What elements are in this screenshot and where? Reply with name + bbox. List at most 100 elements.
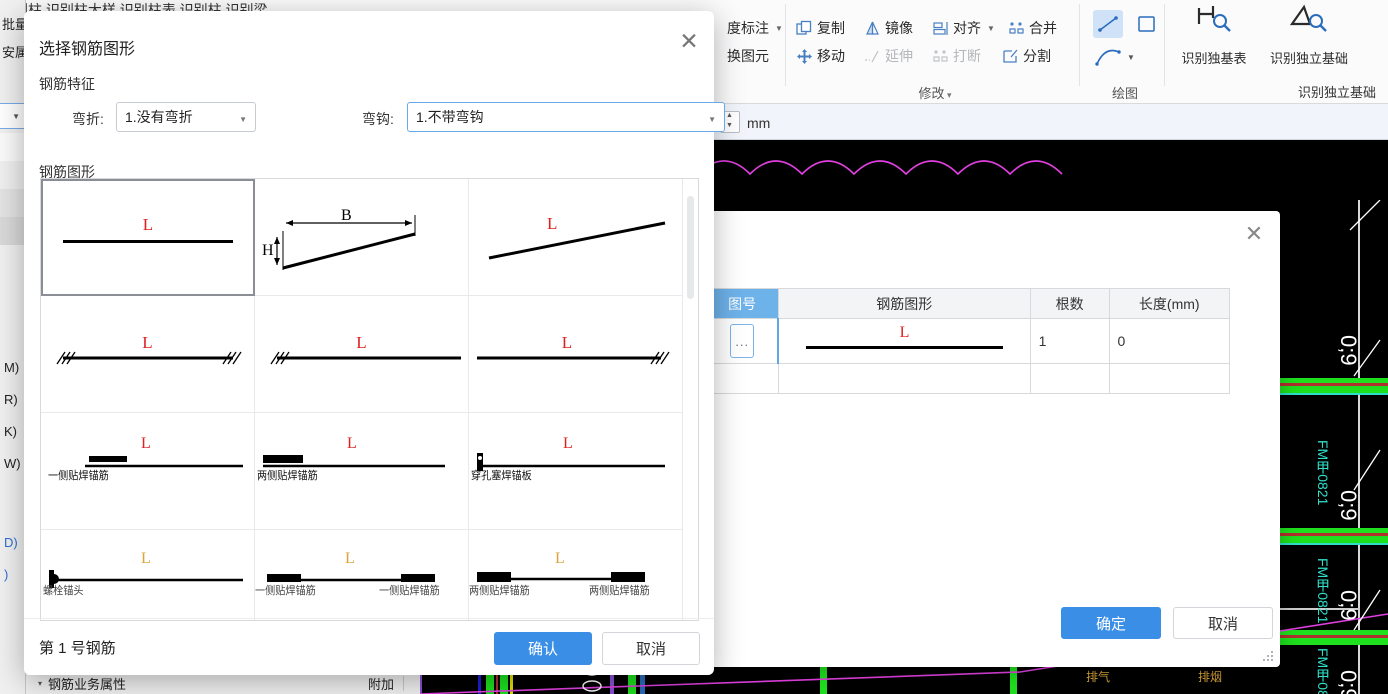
expander-icon[interactable]: ▾	[38, 679, 42, 688]
shape-cell-s5[interactable]: L	[255, 296, 469, 413]
column-header-count[interactable]: 根数	[1029, 288, 1110, 319]
shape-grid[interactable]: L H B L L L L L 一侧贴焊锚筋 L 两侧贴焊锚筋 L 穿孔塞焊锚板…	[40, 178, 699, 621]
shape-cell-s10[interactable]: L 螺栓锚头	[41, 530, 255, 620]
shape-caption: 螺栓锚头	[43, 585, 84, 597]
ribbon-group-title: 绘图	[1111, 86, 1138, 101]
cancel-button[interactable]: 取消	[1173, 607, 1273, 639]
ribbon-item-swap-element[interactable]: 换图元	[706, 46, 769, 66]
arc-tool-icon[interactable]: ▼	[1093, 44, 1137, 70]
hook-select[interactable]: 1.不带弯钩 ▼	[407, 102, 725, 132]
bolt-anchor-head	[49, 570, 243, 588]
shape-cell-s6[interactable]: L	[469, 296, 683, 413]
shape-cell-s2[interactable]: H B	[255, 179, 469, 296]
dialog-title: 选择钢筋图形	[39, 41, 136, 58]
shape-cell-s8[interactable]: L 两侧贴焊锚筋	[255, 413, 469, 530]
extend-icon	[864, 48, 881, 65]
rebar-table[interactable]: 图号 钢筋图形 根数 长度(mm) ... L 1 0	[704, 288, 1231, 394]
shape-caption-secondary: 一侧贴焊锚筋	[379, 585, 440, 597]
line-tool-icon[interactable]	[1093, 10, 1123, 38]
ribbon-button-recognize-table[interactable]: 识别独基表	[1168, 2, 1260, 67]
vertical-scrollbar[interactable]	[684, 180, 697, 619]
open-shape-picker-button[interactable]: ...	[730, 324, 755, 358]
rebar-shape-line	[806, 346, 1003, 349]
dim-b-label: B	[341, 207, 352, 224]
close-icon[interactable]: ✕	[1240, 221, 1268, 249]
cell-number[interactable]	[705, 363, 779, 394]
ribbon-item-label: 换图元	[727, 48, 769, 64]
shape-label: L	[356, 333, 367, 352]
ribbon-item-mirror[interactable]: 镜像	[864, 18, 913, 38]
cell-shape[interactable]: L	[777, 318, 1031, 364]
hatched-both-ends	[56, 351, 242, 365]
ribbon-item-dimension[interactable]: 度标注 ▼	[706, 18, 783, 38]
shape-label: L	[141, 435, 151, 452]
ribbon-button-label: 识别独基表	[1181, 51, 1247, 66]
shape-cell-s1[interactable]: L	[41, 179, 255, 296]
ribbon-item-align[interactable]: 对齐 ▼	[932, 18, 995, 38]
bend-select-value: 1.没有弯折	[125, 109, 193, 125]
ribbon-item-extend: 延伸	[864, 46, 913, 66]
shape-cell-s7[interactable]: L 一侧贴焊锚筋	[41, 413, 255, 530]
left-panel-code: W)	[4, 456, 21, 471]
shape-label: L	[563, 435, 573, 452]
confirm-button[interactable]: 确定	[1061, 607, 1161, 639]
cad-label: 排气	[1086, 670, 1111, 684]
chevron-down-icon: ▼	[1127, 53, 1135, 62]
chevron-up-icon[interactable]: ▲	[726, 112, 733, 119]
property-row-rebar-business[interactable]: ▾ 钢筋业务属性 附加	[26, 672, 420, 694]
shape-cell-s4[interactable]: L	[41, 296, 255, 413]
cad-label: FM甲0821	[1315, 648, 1331, 694]
cad-label: 0;9	[1336, 490, 1361, 521]
shape-caption: 一侧贴焊锚筋	[48, 470, 109, 482]
cad-label: 0;9	[1336, 335, 1361, 366]
left-panel-row: 安属性	[2, 45, 25, 60]
rebar-line	[63, 240, 233, 243]
shape-cell-s9[interactable]: L 穿孔塞焊锚板	[469, 413, 683, 530]
dialog-footer: 第 1 号钢筋 确认 取消	[24, 618, 714, 675]
ribbon-item-label: 对齐	[953, 20, 981, 36]
chevron-down-icon: ▼	[12, 112, 20, 121]
rect-tool-icon[interactable]	[1131, 10, 1161, 38]
split-icon	[1002, 48, 1019, 65]
column-header-number[interactable]: 图号	[705, 288, 779, 319]
shape-picker-dialog[interactable]: 选择钢筋图形 ✕ 钢筋特征 弯折: 1.没有弯折 ▼ 弯钩: 1.不带弯钩 ▼ …	[24, 11, 725, 675]
cell-count[interactable]: 1	[1029, 318, 1110, 364]
ribbon-button-recognize-foundation[interactable]: 识别独立基础	[1263, 2, 1355, 67]
ribbon-item-copy[interactable]: 复制	[796, 18, 845, 38]
chevron-down-icon: ▼	[987, 23, 995, 33]
left-panel-code: )	[4, 567, 9, 582]
cancel-button[interactable]: 取消	[602, 632, 700, 665]
ribbon-item-split[interactable]: 分割	[1002, 46, 1051, 66]
ribbon-item-merge[interactable]: 合并	[1008, 18, 1057, 38]
dialog-footer: 确定 取消	[706, 603, 1280, 667]
confirm-button[interactable]: 确认	[494, 632, 592, 665]
left-panel-combo[interactable]: ▼	[0, 103, 25, 129]
field-label-hook: 弯钩:	[362, 111, 394, 127]
scrollbar-thumb[interactable]	[687, 196, 694, 299]
rebar-shape-label: L	[899, 324, 910, 341]
close-icon[interactable]: ✕	[674, 27, 704, 57]
column-header-shape[interactable]: 钢筋图形	[777, 288, 1031, 319]
ribbon-item-label: 合并	[1029, 20, 1057, 36]
table-row[interactable]	[705, 363, 1231, 394]
shape-cell-s11[interactable]: L 一侧贴焊锚筋 一侧贴焊锚筋	[255, 530, 469, 620]
cell-count[interactable]	[1029, 363, 1110, 394]
break-icon	[932, 48, 949, 65]
table-header-row: 图号 钢筋图形 根数 长度(mm)	[705, 288, 1231, 319]
ribbon-item-label: 移动	[817, 48, 845, 64]
chevron-down-icon[interactable]: ▼	[726, 122, 733, 129]
ribbon-item-move[interactable]: 移动	[796, 46, 845, 66]
bend-select[interactable]: 1.没有弯折 ▼	[116, 102, 256, 132]
cell-shape[interactable]	[777, 363, 1031, 394]
ribbon-item-label: 打断	[953, 48, 981, 64]
rebar-detail-dialog[interactable]: ✕ 图号 钢筋图形 根数 长度(mm) ... L 1 0 确定 取消	[704, 211, 1280, 667]
shape-cell-s12[interactable]: L 两侧贴焊锚筋 两侧贴焊锚筋	[469, 530, 683, 620]
cell-length[interactable]	[1108, 363, 1231, 394]
table-row[interactable]: ... L 1 0	[704, 318, 1231, 364]
left-panel-band	[0, 133, 25, 161]
resize-grip[interactable]	[1263, 651, 1275, 663]
column-header-length[interactable]: 长度(mm)	[1108, 288, 1231, 319]
shape-cell-s3[interactable]: L	[469, 179, 683, 296]
cell-length[interactable]: 0	[1108, 318, 1231, 364]
cell-number[interactable]: ...	[704, 318, 780, 364]
